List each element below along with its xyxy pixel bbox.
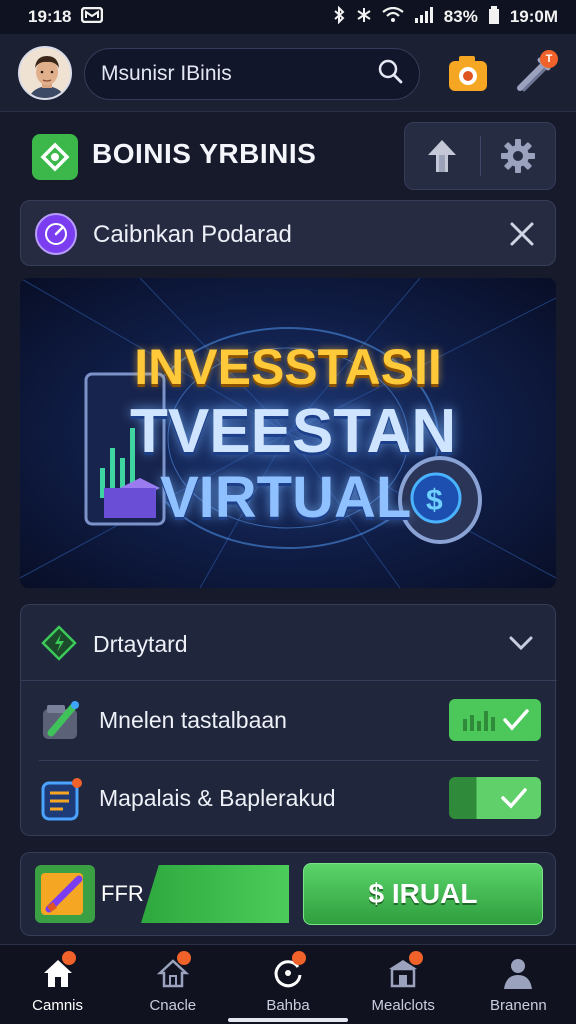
- status-bar: 19:18 83% 19:0M: [0, 0, 576, 34]
- wifi-icon: [382, 6, 404, 28]
- invest-button[interactable]: $ IRUAL: [303, 863, 543, 925]
- nav-label: Cnacle: [149, 997, 197, 1014]
- banner-line-2: TVEESTAN: [130, 397, 457, 466]
- store-icon: [385, 951, 424, 991]
- message-icon: [81, 6, 104, 28]
- panel-header[interactable]: Drtaytard: [21, 605, 557, 681]
- nav-label: Camnis: [32, 997, 84, 1014]
- settings-panel: Drtaytard Mnelen tastalbaan Mapalais & B…: [20, 604, 557, 837]
- chevron-down-icon[interactable]: [507, 629, 535, 657]
- pencil-icon: [35, 865, 95, 923]
- person-icon: [500, 955, 536, 991]
- nav-item-mealclots[interactable]: Mealclots: [346, 945, 461, 1024]
- gear-icon: [500, 139, 535, 173]
- upload-button[interactable]: [405, 122, 480, 190]
- nav-badge: [176, 951, 191, 965]
- setting-row[interactable]: Mapalais & Baplerakud: [21, 761, 557, 837]
- home-indicator: [228, 1018, 348, 1022]
- home-icon: [40, 951, 76, 991]
- nav-label: Branenn: [490, 997, 547, 1014]
- battery-percent: 83%: [443, 7, 478, 26]
- svg-text:$: $: [426, 484, 443, 517]
- action-label: FFR: [101, 881, 144, 906]
- search-icon[interactable]: [377, 58, 403, 90]
- notice-text: Caibnkan Podarad: [93, 221, 292, 248]
- camera-icon[interactable]: [446, 52, 490, 96]
- search-value: Msunisr IBinis: [101, 62, 232, 85]
- search-input[interactable]: Msunisr IBinis: [84, 48, 420, 100]
- nav-item-home[interactable]: Camnis: [0, 945, 115, 1024]
- app-logo-icon: [32, 134, 78, 180]
- document-icon: [39, 777, 85, 823]
- notice-card: Caibnkan Podarad: [20, 200, 556, 266]
- status-time: 19:18: [28, 7, 72, 26]
- close-icon[interactable]: [505, 217, 539, 251]
- nav-label: Bahba: [266, 997, 310, 1014]
- banner-line-1: INVESSTASII: [134, 339, 442, 395]
- tools-icon[interactable]: T: [512, 50, 558, 96]
- settings-button[interactable]: [481, 122, 556, 190]
- nav-badge: [61, 951, 76, 965]
- nfc-icon: [356, 6, 372, 29]
- nav-label: Mealclots: [371, 997, 435, 1014]
- arrow-up-icon: [428, 140, 457, 172]
- toggle-switch[interactable]: [449, 699, 541, 741]
- title-bar: BOINIS YRBINIS: [20, 122, 556, 190]
- panel-title: Drtaytard: [93, 631, 188, 657]
- refresh-circle-icon: [270, 951, 306, 991]
- progress-bar: [141, 865, 289, 923]
- banner-line-3: VIRTUAL: [160, 465, 412, 530]
- nav-item-cnacle[interactable]: Cnacle: [115, 945, 230, 1024]
- title-actions: [404, 122, 556, 190]
- nav-badge: [292, 951, 306, 965]
- tools-badge: T: [540, 50, 558, 68]
- battery-icon: [488, 5, 500, 29]
- setting-label: Mapalais & Baplerakud: [99, 785, 336, 811]
- brush-icon: [39, 699, 85, 745]
- top-bar: Msunisr IBinis T: [0, 34, 576, 112]
- bluetooth-icon: [332, 5, 346, 29]
- nav-item-branenn[interactable]: Branenn: [461, 945, 576, 1024]
- action-bar: FFR $ IRUAL: [20, 852, 556, 936]
- diamond-icon: [41, 625, 77, 661]
- setting-label: Mnelen tastalbaan: [99, 707, 287, 733]
- setting-row[interactable]: Mnelen tastalbaan: [21, 683, 557, 759]
- house-outline-icon: [155, 951, 191, 991]
- nav-item-bahba[interactable]: Bahba: [230, 945, 345, 1024]
- promo-banner[interactable]: $ INVESSTASII TVEESTAN VIRTUAL: [20, 278, 556, 588]
- toggle-switch[interactable]: [449, 777, 541, 819]
- avatar[interactable]: [18, 46, 72, 100]
- check-icon: [501, 788, 527, 809]
- page-title: BOINIS YRBINIS: [92, 138, 317, 169]
- signal-icon: [414, 6, 434, 28]
- status-time-right: 19:0M: [509, 7, 558, 26]
- bottom-nav: Camnis Cnacle Bahba Mealclots Branenn: [0, 944, 576, 1024]
- chart-check-icon: [463, 709, 529, 731]
- compass-icon: [35, 213, 77, 255]
